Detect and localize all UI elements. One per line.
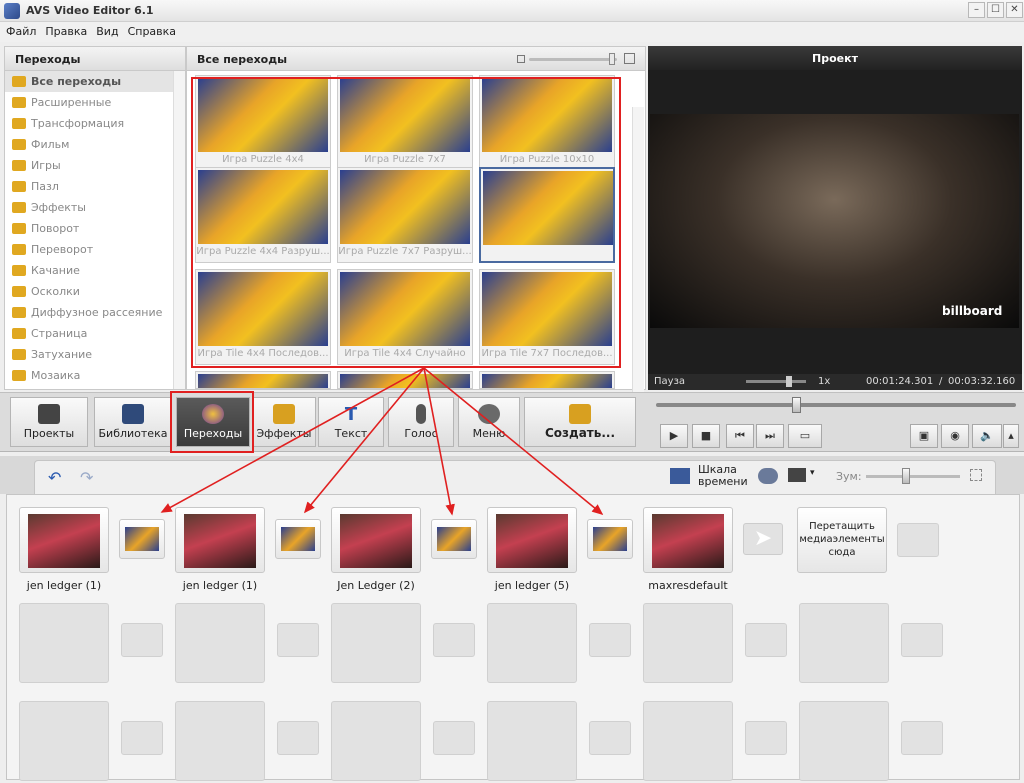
annotation-arrow-2 (303, 367, 425, 514)
annotation-arrow-1 (160, 367, 425, 513)
annotation-arrows (160, 367, 604, 516)
annotation-arrow-3 (423, 367, 455, 516)
annotation-arrow-4 (423, 367, 604, 516)
